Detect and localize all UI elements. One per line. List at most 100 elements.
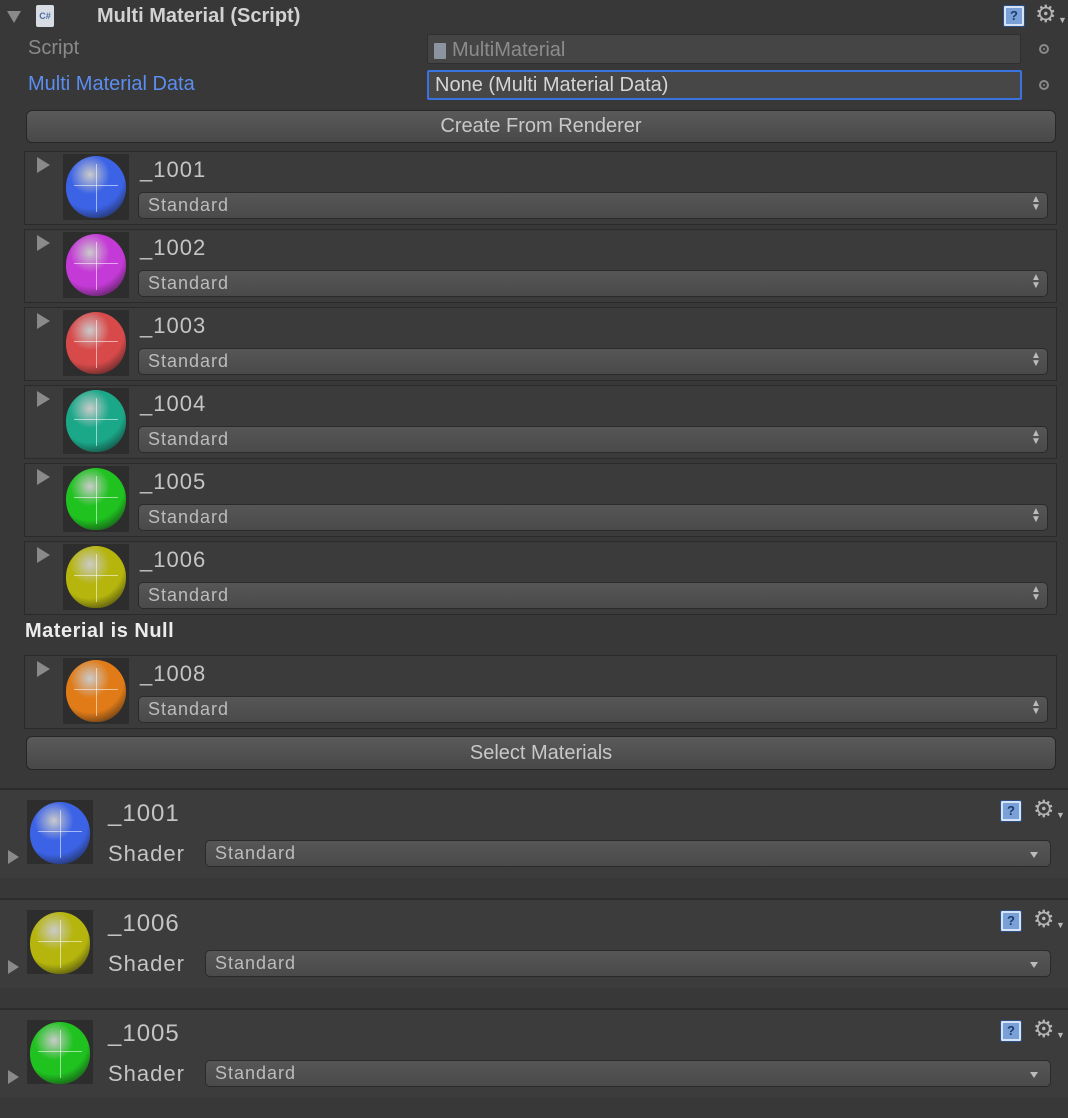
row-foldout-icon[interactable] bbox=[37, 661, 50, 677]
material-preview[interactable] bbox=[63, 154, 129, 220]
updown-arrows-icon: ▲ ▼ bbox=[1031, 698, 1042, 717]
material-name: _1001 bbox=[108, 800, 180, 827]
material-row: _1008 Standard ▲ ▼ bbox=[24, 655, 1057, 729]
material-sphere-icon bbox=[30, 802, 90, 864]
material-name: _1005 bbox=[140, 469, 207, 494]
select-materials-button[interactable]: Select Materials bbox=[26, 736, 1056, 770]
row-foldout-icon[interactable] bbox=[37, 313, 50, 329]
material-preview[interactable] bbox=[63, 232, 129, 298]
object-picker-icon[interactable] bbox=[1039, 44, 1049, 54]
shader-value: Standard bbox=[148, 699, 230, 719]
material-name: _1006 bbox=[108, 910, 180, 937]
material-preview bbox=[27, 800, 93, 864]
help-icon[interactable] bbox=[1000, 800, 1022, 822]
updown-arrows-icon: ▲ ▼ bbox=[1031, 272, 1042, 291]
material-preview[interactable] bbox=[63, 388, 129, 454]
inspector-gap bbox=[0, 1098, 1068, 1118]
shader-dropdown[interactable]: Standard ▲ ▼ bbox=[138, 582, 1048, 609]
chevron-down-icon bbox=[1030, 1072, 1038, 1078]
row-foldout-icon[interactable] bbox=[37, 235, 50, 251]
gear-icon[interactable]: ⚙ bbox=[1033, 1018, 1055, 1042]
inspector-foldout-icon[interactable] bbox=[8, 850, 19, 864]
script-label: Script bbox=[28, 37, 80, 59]
shader-dropdown[interactable]: Standard bbox=[205, 840, 1051, 867]
shader-value: Standard bbox=[148, 429, 230, 449]
material-name: _1002 bbox=[140, 235, 207, 260]
gear-dropdown-icon[interactable]: ▼ bbox=[1056, 1030, 1065, 1040]
gear-icon[interactable]: ⚙ bbox=[1033, 798, 1055, 822]
material-row: _1003 Standard ▲ ▼ bbox=[24, 307, 1057, 381]
material-inspector: _1001 Shader Standard ⚙▼ bbox=[0, 790, 1068, 878]
gear-icon[interactable]: ⚙ bbox=[1035, 3, 1057, 27]
material-name: _1001 bbox=[140, 157, 207, 182]
shader-value: Standard bbox=[148, 585, 230, 605]
foldout-arrow-icon[interactable] bbox=[7, 11, 21, 23]
chevron-down-icon bbox=[1030, 852, 1038, 858]
material-name: _1005 bbox=[108, 1020, 180, 1047]
shader-dropdown[interactable]: Standard ▲ ▼ bbox=[138, 348, 1048, 375]
material-name: _1008 bbox=[140, 661, 207, 686]
material-preview[interactable] bbox=[63, 544, 129, 610]
row-foldout-icon[interactable] bbox=[37, 469, 50, 485]
shader-dropdown[interactable]: Standard bbox=[205, 1060, 1051, 1087]
gear-icon[interactable]: ⚙ bbox=[1033, 908, 1055, 932]
script-value: MultiMaterial bbox=[452, 39, 566, 61]
material-name: _1004 bbox=[140, 391, 207, 416]
shader-dropdown[interactable]: Standard ▲ ▼ bbox=[138, 504, 1048, 531]
updown-arrows-icon: ▲ ▼ bbox=[1031, 194, 1042, 213]
inspector-gap bbox=[0, 988, 1068, 1008]
help-icon[interactable] bbox=[1000, 1020, 1022, 1042]
gear-dropdown-icon[interactable]: ▼ bbox=[1058, 15, 1067, 25]
shader-dropdown[interactable]: Standard ▲ ▼ bbox=[138, 192, 1048, 219]
multi-material-data-field[interactable]: None (Multi Material Data) bbox=[427, 70, 1022, 100]
gear-dropdown-icon[interactable]: ▼ bbox=[1056, 920, 1065, 930]
shader-value: Standard bbox=[215, 843, 297, 863]
material-sphere-icon bbox=[66, 546, 126, 608]
updown-arrows-icon: ▲ ▼ bbox=[1031, 506, 1042, 525]
row-foldout-icon[interactable] bbox=[37, 157, 50, 173]
shader-dropdown[interactable]: Standard ▲ ▼ bbox=[138, 270, 1048, 297]
material-name: _1006 bbox=[140, 547, 207, 572]
help-icon[interactable] bbox=[1000, 910, 1022, 932]
material-sphere-icon bbox=[66, 312, 126, 374]
material-row: _1002 Standard ▲ ▼ bbox=[24, 229, 1057, 303]
object-picker-icon[interactable] bbox=[1039, 80, 1049, 90]
shader-value: Standard bbox=[148, 351, 230, 371]
inspector-gap bbox=[0, 878, 1068, 898]
shader-value: Standard bbox=[148, 273, 230, 293]
gear-dropdown-icon[interactable]: ▼ bbox=[1056, 810, 1065, 820]
row-foldout-icon[interactable] bbox=[37, 547, 50, 563]
component-title: Multi Material (Script) bbox=[97, 5, 301, 27]
shader-label: Shader bbox=[108, 1061, 185, 1086]
updown-arrows-icon: ▲ ▼ bbox=[1031, 584, 1042, 603]
shader-dropdown[interactable]: Standard ▲ ▼ bbox=[138, 426, 1048, 453]
create-from-renderer-button[interactable]: Create From Renderer bbox=[26, 110, 1056, 143]
material-preview[interactable] bbox=[63, 658, 129, 724]
row-foldout-icon[interactable] bbox=[37, 391, 50, 407]
csharp-script-icon: C# bbox=[36, 5, 54, 27]
material-sphere-icon bbox=[66, 660, 126, 722]
material-row: _1001 Standard ▲ ▼ bbox=[24, 151, 1057, 225]
material-sphere-icon bbox=[30, 1022, 90, 1084]
material-sphere-icon bbox=[66, 468, 126, 530]
shader-value: Standard bbox=[148, 507, 230, 527]
shader-label: Shader bbox=[108, 841, 185, 866]
material-preview[interactable] bbox=[63, 466, 129, 532]
inspector-foldout-icon[interactable] bbox=[8, 1070, 19, 1084]
shader-label: Shader bbox=[108, 951, 185, 976]
shader-dropdown[interactable]: Standard ▲ ▼ bbox=[138, 696, 1048, 723]
shader-dropdown[interactable]: Standard bbox=[205, 950, 1051, 977]
material-sphere-icon bbox=[66, 390, 126, 452]
material-null-message: Material is Null bbox=[25, 620, 175, 642]
chevron-down-icon bbox=[1030, 962, 1038, 968]
inspector-foldout-icon[interactable] bbox=[8, 960, 19, 974]
multi-material-data-label: Multi Material Data bbox=[28, 73, 195, 95]
script-field[interactable]: MultiMaterial bbox=[427, 34, 1021, 64]
material-preview bbox=[27, 910, 93, 974]
help-icon[interactable] bbox=[1003, 5, 1025, 27]
material-preview[interactable] bbox=[63, 310, 129, 376]
updown-arrows-icon: ▲ ▼ bbox=[1031, 428, 1042, 447]
material-row: _1005 Standard ▲ ▼ bbox=[24, 463, 1057, 537]
shader-value: Standard bbox=[148, 195, 230, 215]
shader-value: Standard bbox=[215, 953, 297, 973]
